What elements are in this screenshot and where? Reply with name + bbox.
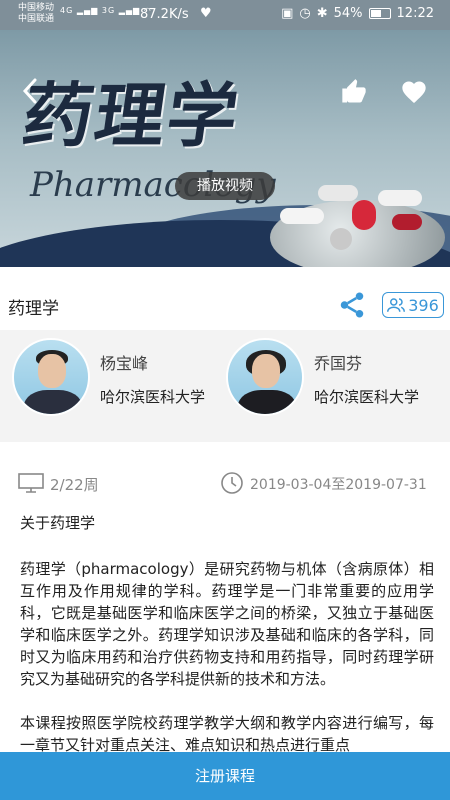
pill-image [330, 228, 352, 250]
course-banner: 药理学 Pharmacology 播放视频 [0, 30, 450, 267]
signal-2-label: 3G [101, 6, 116, 15]
teacher-school: 哈尔滨医科大学 [100, 388, 206, 406]
signal-bars-icon-2: ▂▄▆ [118, 6, 141, 15]
chevron-left-icon [22, 78, 37, 104]
users-icon [387, 298, 406, 312]
teacher-name: 乔国芬 [314, 354, 363, 373]
signal-indicators: 4G ▂▄▆ 3G ▂▄▆ ◠ [60, 6, 152, 15]
favorite-button[interactable] [400, 78, 428, 106]
monitor-icon [18, 473, 44, 493]
enroll-course-button[interactable]: 注册课程 [0, 752, 450, 800]
avatar-face [38, 354, 66, 388]
avatar-body [24, 390, 82, 414]
pill-image [280, 208, 324, 224]
heart-icon [402, 81, 426, 103]
description-paragraph: 本课程按照医学院校药理学教学大纲和教学内容进行编写，每一章节又针对重点关注、难点… [20, 714, 434, 754]
battery-icon [368, 8, 391, 19]
description-paragraph: 药理学（pharmacology）是研究药物与机体（含病原体）相互作用及作用规律… [20, 560, 434, 688]
pill-image [378, 190, 422, 206]
enrollment-count-badge[interactable]: 396 [382, 292, 444, 318]
status-bar: 中国移动 中国联通 4G ▂▄▆ 3G ▂▄▆ ◠ 87.2K/s ♥ ▣ ◷ … [0, 0, 450, 30]
net-speed: 87.2K/s [140, 7, 189, 22]
teacher-school: 哈尔滨医科大学 [314, 388, 420, 406]
avatar [12, 338, 90, 416]
alarm-icon: ◷ [299, 6, 311, 21]
course-weeks: 2/22周 [50, 476, 99, 494]
carrier-1: 中国移动 [18, 3, 55, 13]
battery-percent: 54% [333, 6, 363, 21]
avatar-face [252, 354, 280, 388]
avatar [226, 338, 304, 416]
pill-image [318, 185, 358, 201]
avatar-body [238, 390, 296, 414]
teachers-section: 杨宝峰 哈尔滨医科大学 乔国芬 哈尔滨医科大学 [0, 330, 450, 442]
share-icon [340, 292, 364, 318]
course-title-row: 药理学 396 [0, 282, 450, 330]
health-heart-icon: ♥ [200, 6, 212, 21]
pill-image [352, 200, 376, 230]
description-heading: 关于药理学 [20, 514, 96, 532]
clock-icon [221, 472, 243, 494]
carrier-2: 中国联通 [18, 14, 55, 24]
course-dates: 2019-03-04至2019-07-31 [250, 477, 427, 493]
course-title: 药理学 [8, 299, 59, 319]
banner-title-logo: 药理学 [17, 74, 246, 157]
teacher-name: 杨宝峰 [100, 354, 149, 373]
signal-1-label: 4G [60, 6, 74, 15]
bluetooth-icon: ✱ [316, 6, 328, 21]
status-right: ▣ ◷ ✱ 54% 12:22 [281, 6, 434, 21]
pill-image [392, 214, 422, 230]
course-description: 关于药理学 药理学（pharmacology）是研究药物与机体（含病原体）相互作… [20, 512, 434, 778]
play-video-button[interactable]: 播放视频 [175, 172, 275, 200]
signal-bars-icon: ▂▄▆ [76, 6, 99, 15]
thumbs-up-icon [342, 79, 366, 103]
enrollment-count: 396 [408, 295, 439, 315]
nfc-icon: ▣ [281, 6, 294, 21]
share-button[interactable] [337, 290, 367, 320]
carrier-info: 中国移动 中国联通 [18, 3, 54, 25]
course-meta-row: 2/22周 2019-03-04至2019-07-31 [0, 470, 450, 496]
clock-time: 12:22 [396, 6, 434, 21]
course-detail-screen: 中国移动 中国联通 4G ▂▄▆ 3G ▂▄▆ ◠ 87.2K/s ♥ ▣ ◷ … [0, 0, 450, 800]
back-button[interactable] [16, 76, 46, 106]
like-button[interactable] [340, 78, 368, 106]
